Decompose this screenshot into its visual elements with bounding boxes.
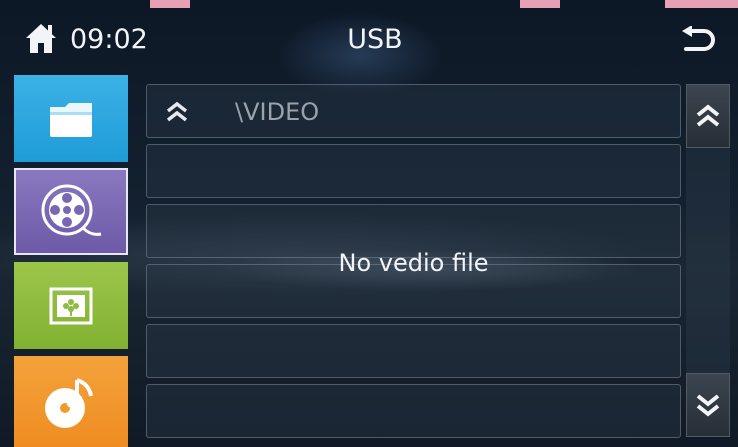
sidebar-item-photo[interactable] [14, 262, 128, 349]
media-player-screen: 09:02 USB \VIDEO No vedio file [0, 0, 738, 447]
page-title: USB [347, 24, 403, 55]
film-reel-icon [41, 184, 102, 236]
double-chevron-up-icon[interactable] [165, 101, 189, 123]
list-item[interactable] [146, 384, 681, 438]
list-item[interactable] [146, 324, 681, 378]
path-row[interactable]: \VIDEO [146, 84, 681, 138]
back-arrow-icon[interactable] [680, 25, 716, 54]
music-disc-icon [45, 377, 93, 428]
header-bar: 09:02 USB [0, 0, 738, 76]
scroll-down-button[interactable] [686, 373, 730, 437]
double-chevron-down-icon [696, 394, 720, 417]
current-path: \VIDEO [235, 98, 320, 126]
folder-icon [50, 102, 92, 137]
sidebar-item-music[interactable] [14, 356, 128, 447]
scroll-up-button[interactable] [686, 84, 730, 148]
home-icon[interactable] [24, 22, 58, 54]
sidebar-item-folder[interactable] [14, 75, 128, 162]
clock: 09:02 [70, 24, 148, 55]
list-item[interactable] [146, 144, 681, 198]
double-chevron-up-icon [696, 104, 720, 127]
picture-icon [49, 287, 93, 324]
empty-message: No vedio file [338, 249, 489, 277]
sidebar-item-video[interactable] [14, 168, 128, 255]
